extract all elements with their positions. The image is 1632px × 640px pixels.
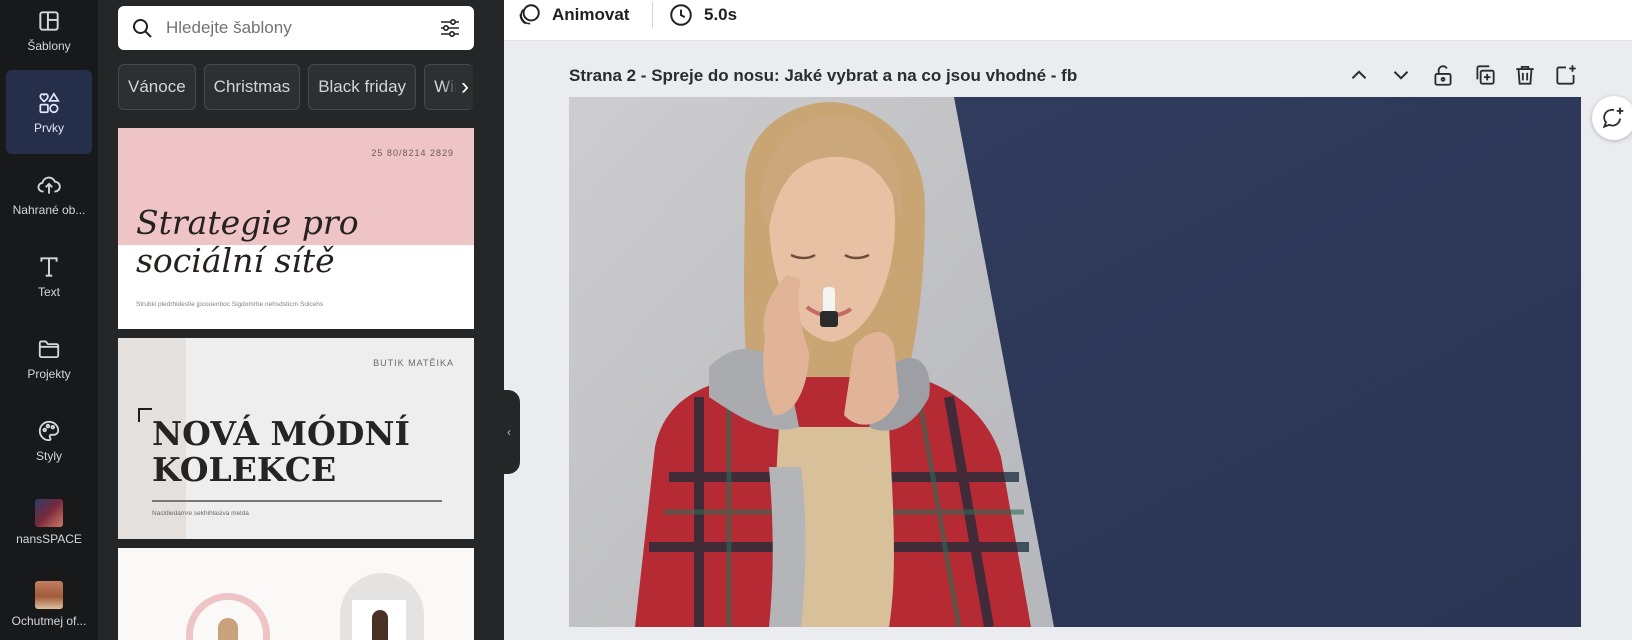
nav-uploads[interactable]: Nahrané ob...	[6, 152, 92, 236]
chip-vanoce[interactable]: Vánoce	[118, 64, 196, 110]
chevron-down-icon	[1393, 71, 1409, 80]
duration-button[interactable]: 5.0s	[668, 0, 737, 30]
page-title: Strana 2 - Spreje do nosu: Jaké vybrat a…	[569, 66, 1078, 85]
collapse-panel-button[interactable]: ‹	[498, 390, 520, 474]
move-page-down-button[interactable]	[1388, 62, 1414, 88]
filter-sliders-icon[interactable]	[438, 16, 462, 40]
app-thumbnail-icon	[35, 580, 63, 609]
chevron-up-icon	[1351, 70, 1367, 79]
search-icon	[133, 19, 152, 38]
nav-app-ochutmej-label: Ochutmej of...	[11, 613, 87, 628]
duplicate-page-button[interactable]	[1472, 62, 1498, 88]
nav-app-ochutmej[interactable]: Ochutmej of...	[6, 562, 92, 640]
template-portrait-photo	[218, 618, 238, 640]
nav-styles[interactable]: Styly	[6, 398, 92, 482]
chips-scroll-right-button[interactable]: ›	[443, 66, 473, 108]
nav-templates-label: Šablony	[27, 38, 71, 53]
template-title-line2: KOLEKCE	[152, 450, 337, 489]
duplicate-icon	[1476, 65, 1495, 85]
clock-icon	[670, 4, 692, 26]
nav-text[interactable]: Text	[6, 234, 92, 318]
template-title-line1: NOVÁ MÓDNÍ	[152, 414, 410, 453]
nav-projects[interactable]: Projekty	[6, 316, 92, 400]
search-bar	[118, 6, 474, 50]
animate-label: Animovat	[552, 5, 630, 24]
cloud-upload-icon	[37, 176, 61, 194]
move-page-up-button[interactable]	[1346, 62, 1372, 88]
layout-icon	[39, 10, 59, 31]
template-portrait-figure	[372, 610, 388, 640]
nav-uploads-label: Nahrané ob...	[12, 202, 86, 217]
trash-icon	[1516, 65, 1534, 85]
template-card-portraits[interactable]	[118, 548, 474, 640]
template-corner-bracket	[138, 408, 152, 422]
template-title-line1: Strategie pro	[136, 203, 359, 242]
app-thumbnail-icon	[35, 498, 63, 527]
shapes-icon	[39, 91, 60, 113]
chip-christmas[interactable]: Christmas	[203, 64, 301, 110]
template-card-fashion-collection[interactable]: BUTIK MATĚIKA NOVÁ MÓDNÍ KOLEKCE Nasldie…	[118, 338, 474, 539]
animate-icon	[519, 4, 540, 25]
lock-page-button[interactable]	[1430, 62, 1456, 88]
nav-templates[interactable]: Šablony	[6, 0, 92, 72]
nav-styles-label: Styly	[35, 448, 62, 463]
template-card-social-strategy[interactable]: 25 80/8214 2829 Strategie pro sociální s…	[118, 128, 474, 329]
delete-page-button[interactable]	[1512, 62, 1538, 88]
chevron-left-icon: ‹	[507, 425, 511, 439]
add-page-button[interactable]	[1553, 62, 1579, 88]
template-divider	[152, 500, 442, 502]
palette-icon	[38, 420, 60, 441]
nav-app-nansspace-label: nansSPACE	[16, 531, 82, 546]
animate-button[interactable]: Animovat	[516, 0, 629, 30]
nav-elements[interactable]: Prvky	[6, 70, 92, 154]
editor-toolbar: Animovat 5.0s	[504, 0, 1632, 41]
template-subtitle: Strubki pledrhidestie jpcouenboc Sigdomr…	[136, 301, 324, 308]
template-date: 25 80/8214 2829	[371, 148, 454, 158]
nav-text-label: Text	[37, 284, 60, 299]
template-subtitle: Nasldiedamre sekhihlasiva melda	[152, 510, 249, 517]
toolbar-divider	[652, 2, 653, 28]
search-input[interactable]	[166, 18, 438, 38]
canvas-artwork	[569, 97, 1581, 627]
template-title-line2: sociální sítě	[136, 241, 335, 280]
design-canvas[interactable]	[569, 97, 1581, 627]
nav-elements-label: Prvky	[34, 120, 64, 135]
template-title: NOVÁ MÓDNÍ KOLEKCE	[152, 416, 410, 488]
duration-label: 5.0s	[704, 5, 738, 24]
folder-icon	[38, 339, 60, 358]
template-title: Strategie pro sociální sítě	[136, 204, 359, 280]
templates-panel: VánoceChristmasBlack fridayWin › 25 80/8…	[98, 0, 504, 640]
add-page-icon	[1556, 65, 1576, 85]
text-icon	[40, 256, 58, 277]
comment-add-icon	[1602, 107, 1624, 129]
template-brand: BUTIK MATĚIKA	[373, 358, 454, 368]
add-comment-button[interactable]	[1592, 96, 1632, 140]
category-chips: VánoceChristmasBlack fridayWin	[118, 64, 478, 110]
nav-projects-label: Projekty	[27, 366, 71, 381]
chevron-right-icon: ›	[461, 73, 469, 100]
side-navigation: Šablony Prvky Nahrané ob... Text Projekt…	[0, 0, 98, 640]
nav-app-nansspace[interactable]: nansSPACE	[6, 480, 92, 564]
unlock-icon	[1434, 65, 1452, 86]
chip-black-friday[interactable]: Black friday	[308, 64, 417, 110]
